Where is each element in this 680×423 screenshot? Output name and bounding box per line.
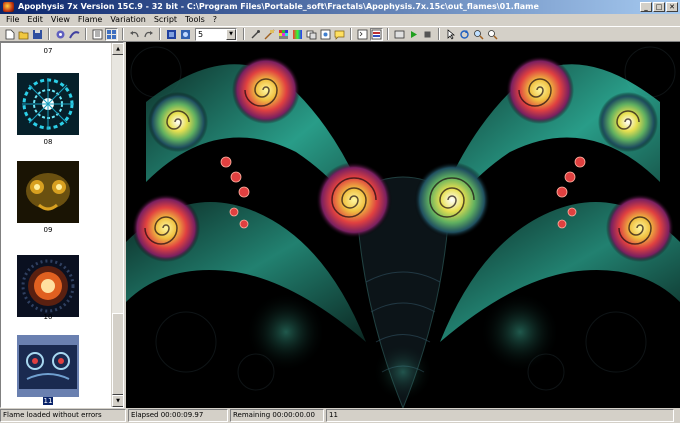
menu-view[interactable]: View bbox=[47, 14, 74, 26]
flame-thumbnail-10[interactable] bbox=[17, 255, 79, 317]
stop-icon[interactable] bbox=[421, 28, 434, 41]
script-list-icon[interactable] bbox=[370, 27, 383, 41]
messages-icon[interactable] bbox=[333, 28, 346, 41]
menu-script[interactable]: Script bbox=[150, 14, 181, 26]
app-icon[interactable] bbox=[3, 2, 14, 12]
mutate-icon[interactable] bbox=[305, 28, 318, 41]
preview-density-value: 5 bbox=[198, 29, 204, 39]
status-flame-name: 11 bbox=[326, 409, 674, 422]
redo-icon[interactable] bbox=[142, 28, 155, 41]
menu-edit[interactable]: Edit bbox=[23, 14, 47, 26]
toolbar: 5 ▼ bbox=[0, 26, 680, 42]
window-title: Apophysis 7x Version 15C.9 - 32 bit - C:… bbox=[18, 2, 539, 11]
fractal-flame-render bbox=[126, 42, 680, 408]
flame-thumbnail-list[interactable]: 07 08 09 10 11 ▲ ▼ bbox=[0, 42, 124, 408]
status-message: Flame loaded without errors bbox=[0, 409, 126, 422]
gradient-icon[interactable] bbox=[277, 28, 290, 41]
undo-icon[interactable] bbox=[128, 28, 141, 41]
zoom-in-icon[interactable] bbox=[472, 28, 485, 41]
maximize-button[interactable]: □ bbox=[653, 2, 665, 12]
list-view-icon[interactable] bbox=[91, 28, 104, 41]
title-bar[interactable]: Apophysis 7x Version 15C.9 - 32 bit - C:… bbox=[0, 0, 680, 14]
thumbnail-label-selected[interactable]: 11 bbox=[1, 397, 95, 405]
script-editor-icon[interactable] bbox=[356, 28, 369, 41]
render-icon[interactable] bbox=[179, 28, 192, 41]
settings-icon[interactable] bbox=[249, 28, 262, 41]
flame-thumbnail-09[interactable] bbox=[17, 161, 79, 223]
preview-density-select[interactable]: 5 ▼ bbox=[195, 27, 237, 41]
save-icon[interactable] bbox=[31, 28, 44, 41]
thumbnail-label[interactable]: 07 bbox=[1, 47, 95, 55]
thumbnail-scrollbar[interactable]: ▲ ▼ bbox=[111, 43, 123, 407]
new-icon[interactable] bbox=[3, 28, 16, 41]
batch-icon[interactable] bbox=[54, 28, 67, 41]
play-icon[interactable] bbox=[407, 28, 420, 41]
icon-view-icon[interactable] bbox=[105, 27, 118, 41]
thumbnail-label[interactable]: 09 bbox=[1, 226, 95, 234]
close-button[interactable]: ✕ bbox=[666, 2, 678, 12]
options-icon[interactable] bbox=[319, 28, 332, 41]
scroll-down-button[interactable]: ▼ bbox=[112, 395, 123, 407]
render-all-icon[interactable] bbox=[393, 28, 406, 41]
canvas-icon[interactable] bbox=[291, 28, 304, 41]
full-view-icon[interactable] bbox=[165, 28, 178, 41]
menu-flame[interactable]: Flame bbox=[74, 14, 106, 26]
scroll-up-button[interactable]: ▲ bbox=[112, 43, 123, 55]
status-remaining: Remaining 00:00:00.00 bbox=[230, 409, 324, 422]
editor-icon[interactable] bbox=[68, 28, 81, 41]
chevron-down-icon[interactable]: ▼ bbox=[226, 28, 236, 40]
open-icon[interactable] bbox=[17, 28, 30, 41]
menu-bar: File Edit View Flame Variation Script To… bbox=[0, 14, 680, 26]
menu-help[interactable]: ? bbox=[209, 14, 221, 26]
minimize-button[interactable]: _ bbox=[640, 2, 652, 12]
thumbnail-label[interactable]: 08 bbox=[1, 138, 95, 146]
flame-thumbnail-11[interactable] bbox=[17, 335, 79, 397]
rotate-icon[interactable] bbox=[458, 28, 471, 41]
status-bar: Flame loaded without errors Elapsed 00:0… bbox=[0, 408, 680, 423]
menu-tools[interactable]: Tools bbox=[181, 14, 209, 26]
thumbnail-label[interactable]: 10 bbox=[1, 313, 95, 321]
menu-file[interactable]: File bbox=[2, 14, 23, 26]
status-elapsed: Elapsed 00:00:09.97 bbox=[128, 409, 228, 422]
zoom-out-icon[interactable] bbox=[486, 28, 499, 41]
flame-thumbnail-08[interactable] bbox=[17, 73, 79, 135]
scale-icon[interactable] bbox=[263, 28, 276, 41]
scrollbar-thumb[interactable] bbox=[112, 313, 123, 395]
menu-variation[interactable]: Variation bbox=[106, 14, 150, 26]
select-icon[interactable] bbox=[444, 28, 457, 41]
flame-preview[interactable] bbox=[126, 42, 680, 408]
